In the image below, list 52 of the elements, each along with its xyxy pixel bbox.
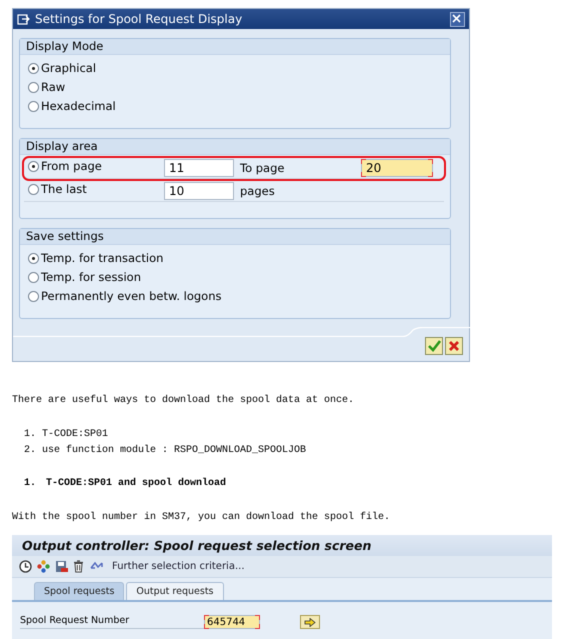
group-title: Save settings: [20, 229, 450, 245]
radio-label[interactable]: The last: [41, 182, 87, 196]
field-label: pages: [240, 184, 276, 198]
radio-label[interactable]: Permanently even betw. logons: [41, 289, 222, 303]
field-label: To page: [240, 161, 286, 175]
radio-button[interactable]: [28, 62, 39, 74]
screen-title: Output controller: Spool request selection screen: [22, 538, 372, 553]
radio-label[interactable]: Raw: [41, 80, 66, 94]
radio-label[interactable]: Temp. for session: [41, 270, 141, 284]
radio-button[interactable]: [28, 290, 39, 302]
close-icon: [451, 12, 462, 24]
paragraph: There are useful ways to download the spool data at once.: [12, 394, 356, 408]
radio-button[interactable]: [28, 100, 39, 112]
execute-button[interactable]: [300, 615, 320, 629]
radio-button[interactable]: [28, 184, 39, 194]
trash-icon[interactable]: [73, 560, 84, 573]
list-item: T-CODE:SP01: [42, 429, 108, 440]
field-label: Spool Request Number: [20, 615, 204, 629]
disk-icon[interactable]: [55, 560, 68, 573]
radio-button[interactable]: [28, 252, 39, 264]
input-field[interactable]: 20: [361, 159, 433, 177]
four-dots-icon[interactable]: [37, 560, 50, 573]
radio-label[interactable]: Graphical: [41, 61, 96, 75]
list-number: 1.: [24, 429, 36, 440]
heading-number: 1.: [24, 478, 36, 489]
section-heading: T-CODE:SP01 and spool download: [46, 478, 226, 489]
input-field[interactable]: 10: [164, 182, 234, 200]
list-item: use function module : RSPO_DOWNLOAD_SPOOLJOB: [42, 445, 306, 456]
radio-button[interactable]: [28, 160, 39, 172]
paragraph: With the spool number in SM37, you can download the spool file.: [12, 511, 392, 525]
cancel-button[interactable]: [445, 337, 463, 355]
radio-button[interactable]: [28, 82, 39, 92]
radio-label[interactable]: Hexadecimal: [41, 99, 116, 113]
tab[interactable]: Output requests: [126, 582, 224, 600]
arrow-icon: [304, 618, 316, 626]
group-title: Display Mode: [20, 39, 450, 55]
group-title: Display area: [20, 139, 450, 155]
toolbar-link[interactable]: Further selection criteria...: [112, 561, 244, 572]
radio-label[interactable]: Temp. for transaction: [41, 251, 164, 265]
radio-label[interactable]: From page: [41, 159, 102, 173]
input-field[interactable]: 11: [164, 159, 234, 177]
close-button[interactable]: [450, 12, 465, 26]
tab[interactable]: Spool requests: [34, 582, 124, 600]
input-field[interactable]: 645744: [204, 615, 260, 629]
list-number: 2.: [24, 445, 36, 456]
check-icon: [428, 340, 440, 352]
cross-icon: [448, 340, 460, 352]
window-title: Settings for Spool Request Display: [35, 12, 244, 26]
confirm-button[interactable]: [425, 337, 443, 355]
clock-icon[interactable]: [19, 560, 32, 573]
radio-button[interactable]: [28, 272, 39, 282]
window-icon: [17, 14, 30, 24]
